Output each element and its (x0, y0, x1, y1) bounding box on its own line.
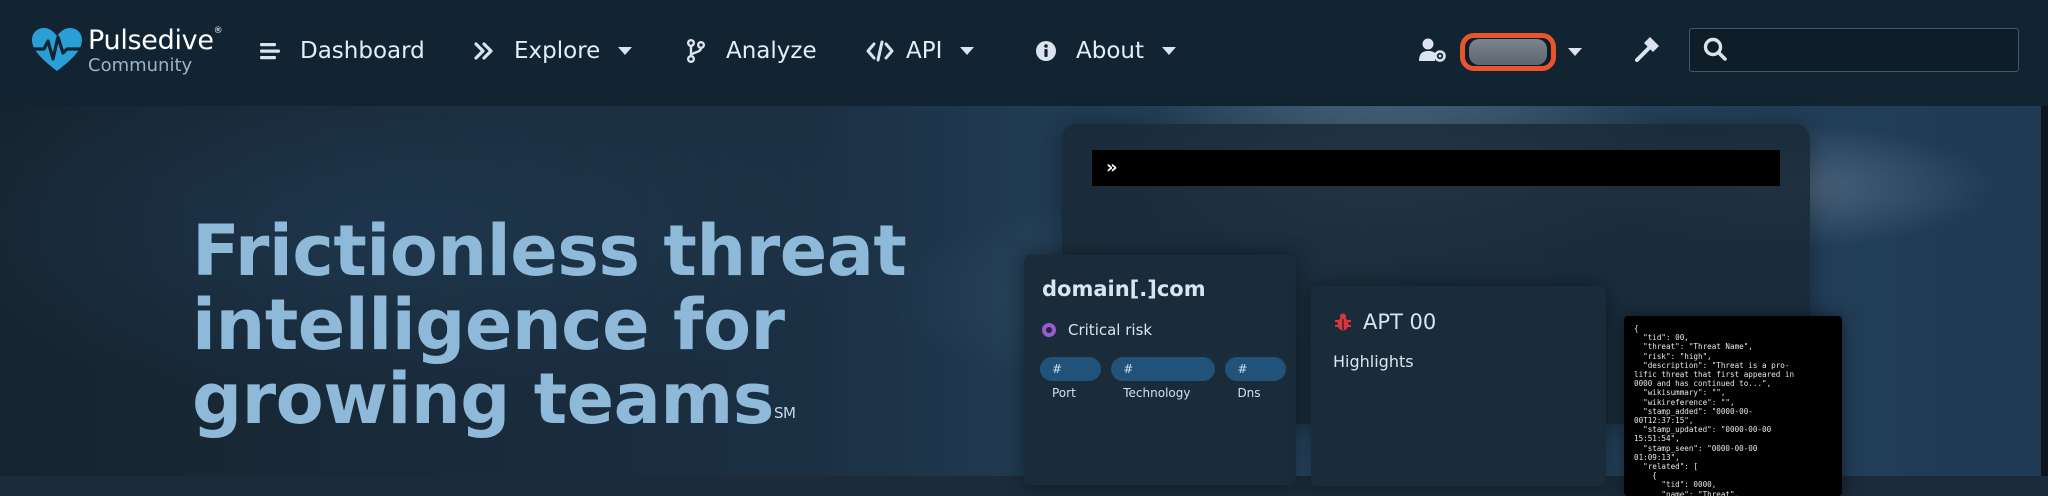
info-circle-icon (1034, 39, 1058, 63)
domain-card: domain[.]com Critical risk # Port # Tech… (1024, 255, 1296, 485)
tag-list: # Port # Technology # Dns (1040, 357, 1296, 400)
redacted-username (1469, 39, 1547, 65)
nav-analyze-label: Analyze (726, 38, 817, 64)
username-pill[interactable] (1460, 33, 1556, 71)
nav-api[interactable]: API (866, 33, 975, 69)
json-preview: { "tid": 00, "threat": "Threat Name", "r… (1624, 316, 1842, 496)
search-icon (1702, 36, 1730, 64)
branch-icon (684, 39, 708, 63)
nav-about[interactable]: About (1034, 33, 1177, 69)
search-input[interactable] (1730, 31, 2018, 69)
brand-subtitle: Community (88, 55, 193, 76)
hero-title: Frictionless threat intelligence for gro… (192, 210, 907, 440)
nav-analyze[interactable]: Analyze (684, 33, 817, 69)
threat-card: APT 00 Highlights (1311, 286, 1606, 486)
risk-label: Critical risk (1068, 321, 1153, 339)
pulsedive-logo[interactable]: Pulsedive® Community (30, 27, 223, 77)
heart-pulse-icon (32, 28, 82, 71)
page-scrollbar[interactable] (2041, 106, 2048, 476)
risk-indicator: Critical risk (1042, 321, 1152, 339)
double-chevron-right-icon (472, 39, 496, 63)
tag-port: # Port (1040, 357, 1102, 400)
bug-icon (1333, 312, 1353, 332)
list-icon (258, 39, 282, 63)
domain-title: domain[.]com (1042, 277, 1206, 301)
chevron-down-icon[interactable] (1568, 48, 1582, 56)
threat-title: APT 00 (1333, 310, 1436, 334)
user-gear-icon (1418, 37, 1446, 67)
brand-name: Pulsedive® (88, 25, 223, 56)
risk-dot-icon (1042, 323, 1056, 337)
nav-dashboard[interactable]: Dashboard (258, 33, 425, 69)
search-box[interactable] (1689, 28, 2019, 72)
chevron-down-icon (960, 47, 975, 55)
tag-dns: # Dns (1225, 357, 1286, 400)
console-input: » (1092, 150, 1780, 186)
chevron-down-icon (618, 47, 633, 55)
tag-technology: # Technology (1111, 357, 1216, 400)
service-mark: SM (773, 404, 796, 422)
chevron-down-icon (1162, 47, 1177, 55)
code-icon (866, 39, 894, 63)
nav-api-label: API (906, 38, 943, 64)
highlights-label: Highlights (1333, 352, 1414, 371)
nav-about-label: About (1076, 38, 1145, 64)
user-menu[interactable] (1418, 30, 1582, 74)
hammer-icon[interactable] (1632, 34, 1662, 64)
nav-dashboard-label: Dashboard (300, 38, 425, 64)
nav-explore[interactable]: Explore (472, 33, 633, 69)
top-navbar: Pulsedive® Community Dashboard Explore A… (0, 0, 2048, 106)
nav-explore-label: Explore (514, 38, 601, 64)
